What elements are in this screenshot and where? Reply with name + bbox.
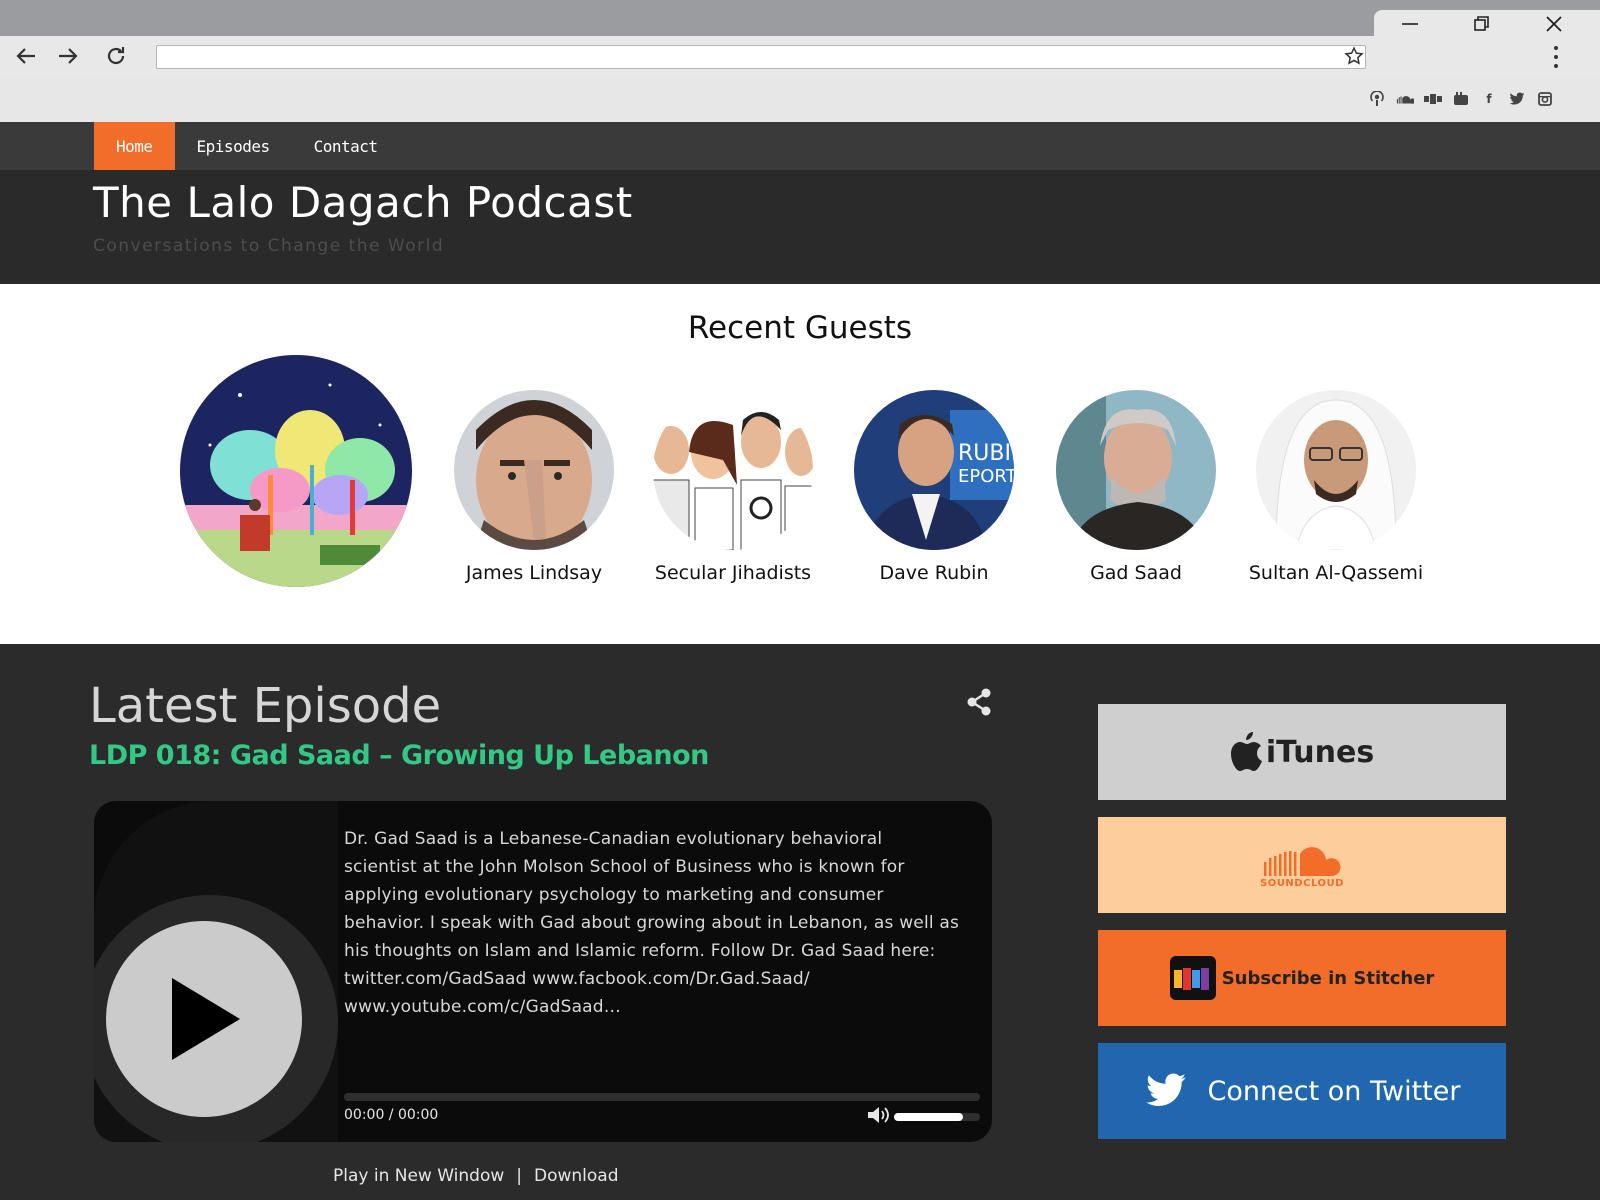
twitter-label: Connect on Twitter xyxy=(1207,1075,1461,1107)
browser-toolbar xyxy=(0,36,1600,76)
soundcloud-button[interactable]: SOUNDCLOUD xyxy=(1098,817,1506,913)
social-bar: f xyxy=(0,76,1600,122)
audio-player: Dr. Gad Saad is a Lebanese-Canadian evol… xyxy=(94,801,992,1142)
guest-avatar xyxy=(1256,390,1416,550)
download-link[interactable]: Download xyxy=(534,1166,619,1186)
site-navigation: Home Episodes Contact xyxy=(0,122,1600,170)
soundcloud-label: SOUNDCLOUD xyxy=(1260,877,1344,889)
apple-icon xyxy=(1230,732,1262,771)
stitcher-icon[interactable] xyxy=(1424,91,1442,107)
guest-avatar: RUBINEPORT xyxy=(854,390,1014,550)
guest-name: Sultan Al-Qassemi xyxy=(1248,562,1424,584)
svg-text:EPORT: EPORT xyxy=(958,466,1014,487)
volume-slider[interactable] xyxy=(894,1113,980,1121)
twitter-icon xyxy=(1145,1073,1186,1106)
podcast-icon[interactable] xyxy=(1368,91,1386,107)
guest-secular-jihadists[interactable]: Secular Jihadists xyxy=(633,390,833,584)
nav-item-home[interactable]: Home xyxy=(94,122,175,170)
twitter-icon[interactable] xyxy=(1508,91,1526,107)
guest-avatar xyxy=(653,390,813,550)
minimize-icon[interactable] xyxy=(1380,10,1440,38)
share-icon[interactable] xyxy=(966,688,992,720)
latest-episode-heading: Latest Episode xyxy=(89,678,442,734)
youtube-icon[interactable] xyxy=(1452,91,1470,107)
recent-guests-heading: Recent Guests xyxy=(687,310,913,346)
nav-item-episodes[interactable]: Episodes xyxy=(175,122,292,170)
guest-avatar xyxy=(454,390,614,550)
stitcher-button[interactable]: Subscribe in Stitcher xyxy=(1098,930,1506,1026)
play-button[interactable] xyxy=(106,921,302,1117)
itunes-label: iTunes xyxy=(1265,734,1375,770)
guest-sultan-al-qassemi[interactable]: Sultan Al-Qassemi xyxy=(1236,390,1436,584)
guest-dave-rubin[interactable]: RUBINEPORT Dave Rubin xyxy=(834,390,1034,584)
latest-episode-section: Latest Episode LDP 018: Gad Saad – Growi… xyxy=(0,644,1600,1200)
volume-icon[interactable] xyxy=(866,1105,890,1129)
recent-guests-section: Recent Guests James Lindsay Secular Jiha… xyxy=(0,284,1600,644)
facebook-icon[interactable]: f xyxy=(1480,91,1498,107)
restore-icon[interactable] xyxy=(1452,10,1512,38)
guest-gad-saad[interactable]: Gad Saad xyxy=(1036,390,1236,584)
featured-artwork[interactable] xyxy=(180,355,412,587)
guest-james-lindsay[interactable]: James Lindsay xyxy=(434,390,634,584)
guest-name: Dave Rubin xyxy=(879,562,989,584)
svg-text:RUBIN: RUBIN xyxy=(958,441,1014,466)
soundcloud-icon[interactable] xyxy=(1396,91,1414,107)
guest-name: Gad Saad xyxy=(1090,562,1182,584)
reload-icon[interactable] xyxy=(100,40,132,72)
progress-bar[interactable] xyxy=(344,1093,980,1101)
play-icon xyxy=(172,978,240,1060)
forward-icon[interactable] xyxy=(52,40,84,72)
guest-name: Secular Jihadists xyxy=(654,562,812,584)
time-display: 00:00 / 00:00 xyxy=(344,1107,439,1123)
instagram-icon[interactable] xyxy=(1536,91,1554,107)
stitcher-icon xyxy=(1169,956,1216,1000)
nav-item-contact[interactable]: Contact xyxy=(292,122,400,170)
stitcher-label: Subscribe in Stitcher xyxy=(1221,967,1435,989)
soundcloud-icon xyxy=(1264,846,1341,876)
episode-links: Play in New Window | Download xyxy=(333,1166,619,1186)
browser-menu-icon[interactable] xyxy=(1548,44,1564,70)
play-in-new-window-link[interactable]: Play in New Window xyxy=(333,1166,504,1186)
twitter-button[interactable]: Connect on Twitter xyxy=(1098,1043,1506,1139)
close-icon[interactable] xyxy=(1524,10,1584,38)
guest-avatar xyxy=(1056,390,1216,550)
site-header: The Lalo Dagach Podcast Conversations to… xyxy=(0,170,1600,284)
site-title[interactable]: The Lalo Dagach Podcast xyxy=(93,178,633,227)
itunes-button[interactable]: iTunes xyxy=(1098,704,1506,800)
volume-level xyxy=(894,1113,963,1121)
site-tagline: Conversations to Change the World xyxy=(93,236,445,256)
link-separator: | xyxy=(516,1166,523,1186)
browser-tabstrip xyxy=(0,0,1600,36)
episode-description: Dr. Gad Saad is a Lebanese-Canadian evol… xyxy=(344,829,960,1017)
back-icon[interactable] xyxy=(10,40,42,72)
guest-name: James Lindsay xyxy=(465,562,603,584)
episode-title[interactable]: LDP 018: Gad Saad – Growing Up Lebanon xyxy=(89,740,709,771)
address-bar[interactable] xyxy=(156,45,1366,69)
